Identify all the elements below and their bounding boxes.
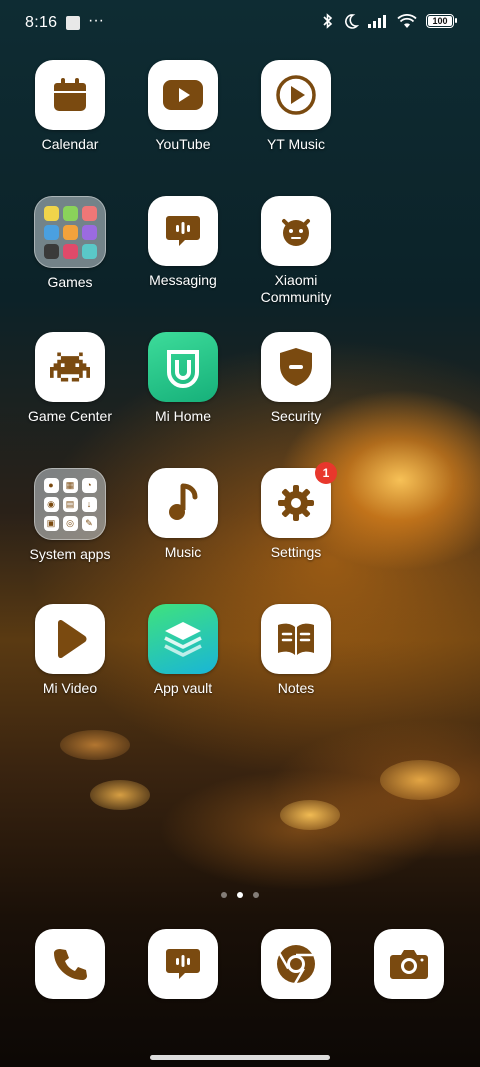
- page-dot: [221, 892, 227, 898]
- app-label: Xiaomi Community: [260, 272, 332, 305]
- app-label: Messaging: [149, 272, 217, 288]
- app-label: Settings: [270, 544, 322, 560]
- app-messaging[interactable]: Messaging: [128, 196, 238, 289]
- wallpaper-glow: [90, 780, 150, 810]
- app-label: Notes: [277, 680, 315, 696]
- calendar-icon: [54, 78, 86, 111]
- book-icon: [278, 623, 314, 655]
- wallpaper-glow: [280, 800, 340, 830]
- games-folder-icon: [43, 205, 97, 259]
- signal-icon: [368, 15, 386, 28]
- xiaomi-community-icon: [282, 219, 310, 246]
- dock-phone[interactable]: [15, 929, 125, 999]
- battery-icon: 100: [426, 14, 457, 28]
- app-label: System apps: [29, 546, 111, 562]
- app-label: Mi Home: [154, 408, 211, 424]
- wallpaper-glow: [380, 760, 460, 800]
- app-mi-video[interactable]: Mi Video: [15, 604, 125, 697]
- status-time: 8:16: [25, 14, 58, 31]
- notification-badge: 1: [315, 462, 337, 484]
- app-app-vault[interactable]: App vault: [128, 604, 238, 697]
- app-game-center[interactable]: Game Center: [15, 332, 125, 425]
- space-invader-icon: [50, 352, 90, 382]
- system-apps-folder-icon: ● ▦ ◔ ◉ ▤ ↓ ▣ ◎ ✎: [43, 477, 97, 531]
- dock-messaging[interactable]: [128, 929, 238, 999]
- battery-level: 100: [432, 16, 448, 26]
- moon-icon: [345, 14, 359, 29]
- yt-music-icon: [276, 75, 316, 115]
- notification-square-icon: [66, 16, 80, 30]
- app-label: Game Center: [27, 408, 113, 424]
- status-bar: 8:16 ··· 100: [0, 0, 480, 46]
- app-games-folder[interactable]: Games: [15, 196, 125, 291]
- music-note-icon: [169, 483, 198, 520]
- chrome-icon: [277, 945, 315, 985]
- more-dots-icon: ···: [88, 12, 104, 29]
- app-label: Calendar: [41, 136, 99, 152]
- mi-home-icon: [167, 350, 199, 388]
- app-music[interactable]: Music: [128, 468, 238, 561]
- shield-icon: [280, 348, 312, 386]
- app-label: Mi Video: [42, 680, 98, 696]
- page-dot: [253, 892, 259, 898]
- wifi-icon: [397, 13, 417, 28]
- messaging-icon: [166, 949, 200, 979]
- app-youtube[interactable]: YouTube: [128, 60, 238, 153]
- wallpaper-glow: [60, 730, 130, 760]
- app-security[interactable]: Security: [241, 332, 351, 425]
- messaging-icon: [166, 216, 200, 246]
- dock-camera[interactable]: [354, 929, 464, 999]
- app-system-apps-folder[interactable]: ● ▦ ◔ ◉ ▤ ↓ ▣ ◎ ✎ System apps: [15, 468, 125, 563]
- camera-icon: [390, 950, 428, 979]
- app-label: Security: [270, 408, 322, 424]
- bluetooth-icon: [323, 13, 333, 29]
- app-label: Music: [164, 544, 202, 560]
- play-icon: [58, 619, 87, 659]
- app-label: App vault: [153, 680, 213, 696]
- app-label: YT Music: [266, 136, 326, 152]
- app-yt-music[interactable]: YT Music: [241, 60, 351, 153]
- app-mi-home[interactable]: Mi Home: [128, 332, 238, 425]
- layers-icon: [164, 622, 202, 657]
- app-xiaomi-community[interactable]: Xiaomi Community: [241, 196, 351, 306]
- app-calendar[interactable]: Calendar: [15, 60, 125, 153]
- youtube-icon: [163, 80, 203, 110]
- phone-icon: [54, 949, 87, 980]
- app-label: YouTube: [155, 136, 211, 152]
- home-indicator[interactable]: [150, 1055, 330, 1060]
- dock-chrome[interactable]: [241, 929, 351, 999]
- page-indicator[interactable]: [221, 892, 259, 898]
- page-dot-current: [237, 892, 243, 898]
- gear-icon: [278, 485, 314, 521]
- app-settings[interactable]: 1 Settings: [241, 462, 351, 561]
- app-label: Games: [47, 274, 93, 290]
- app-notes[interactable]: Notes: [241, 604, 351, 697]
